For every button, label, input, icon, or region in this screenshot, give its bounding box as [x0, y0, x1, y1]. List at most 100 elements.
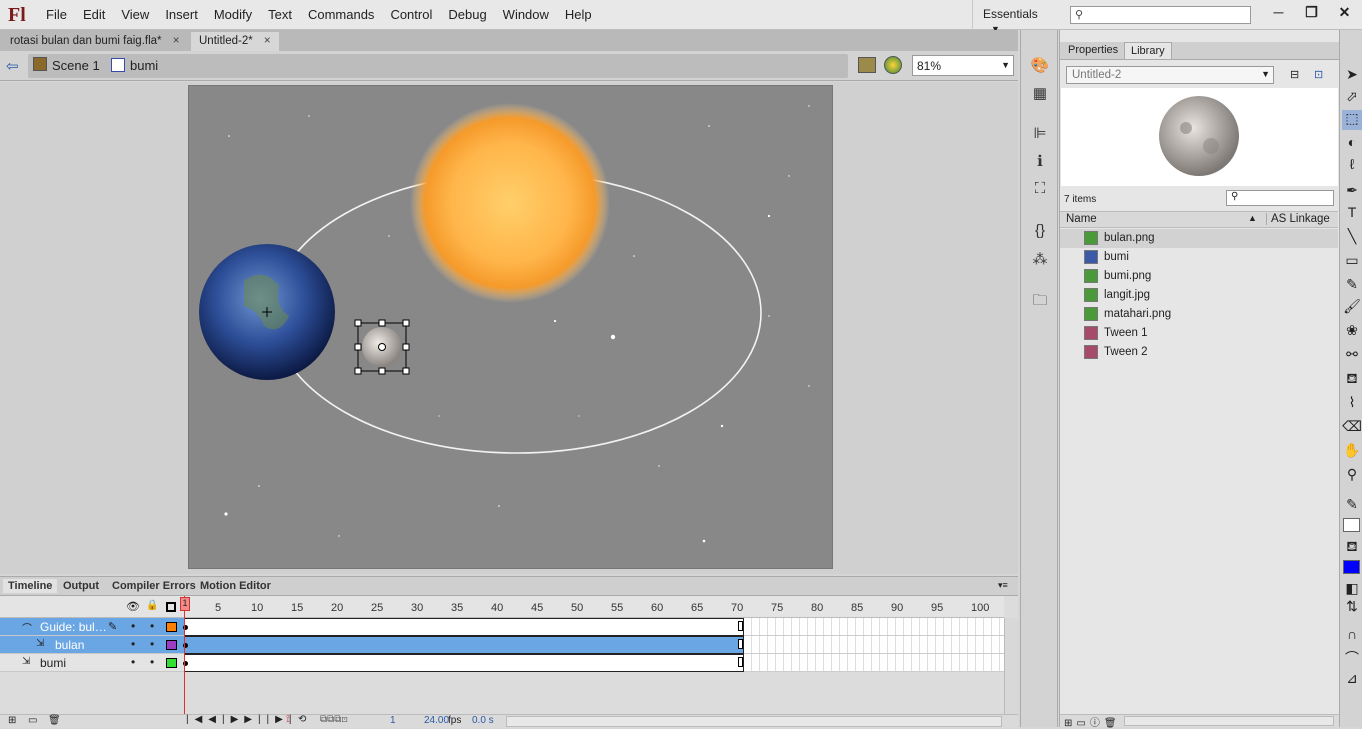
- align-icon[interactable]: ⊫: [1029, 124, 1051, 144]
- new-library-panel-icon[interactable]: ⊡: [1314, 68, 1323, 81]
- panel-menu-icon[interactable]: ▾≡: [998, 580, 1008, 591]
- layer-header[interactable]: ⌒ Guide: bul… ✎ • •: [0, 618, 184, 636]
- playhead-marker[interactable]: 1: [180, 597, 190, 611]
- line-tool-icon[interactable]: ╲: [1342, 228, 1362, 248]
- empty-frames[interactable]: [744, 618, 1004, 636]
- timeline-vscrollbar[interactable]: [1004, 618, 1018, 714]
- library-document-select[interactable]: Untitled-2 ▼: [1066, 66, 1274, 84]
- show-dot[interactable]: •: [131, 619, 135, 633]
- current-frame-value[interactable]: 1: [390, 715, 396, 726]
- pen-tool-icon[interactable]: ✒: [1342, 182, 1362, 202]
- brush-tool-icon[interactable]: 🖌: [1342, 298, 1362, 318]
- hand-tool-icon[interactable]: ✋: [1342, 442, 1362, 462]
- eraser-tool-icon[interactable]: ⌫: [1342, 418, 1362, 438]
- menu-window[interactable]: Window: [495, 7, 557, 22]
- menu-insert[interactable]: Insert: [157, 7, 206, 22]
- menu-edit[interactable]: Edit: [75, 7, 113, 22]
- stroke-color-icon[interactable]: ✎: [1342, 496, 1362, 516]
- swap-colors-icon[interactable]: ⇅: [1342, 598, 1362, 618]
- loop-icon[interactable]: ⟲: [298, 714, 306, 725]
- edit-scene-icon[interactable]: [858, 57, 876, 73]
- eyedropper-icon[interactable]: ⌇: [1342, 394, 1362, 414]
- end-frame-marker[interactable]: [738, 621, 743, 631]
- library-item[interactable]: langit.jpg: [1060, 286, 1338, 305]
- timeline-hscrollbar[interactable]: [506, 716, 1002, 727]
- snap-magnet-icon[interactable]: ∩: [1342, 626, 1362, 646]
- layer-outline-color[interactable]: [166, 658, 177, 668]
- column-as-linkage[interactable]: AS Linkage: [1266, 213, 1330, 225]
- sun-image[interactable]: [410, 103, 610, 303]
- frame-span[interactable]: [184, 618, 744, 636]
- help-search-input[interactable]: ⚲: [1070, 6, 1251, 24]
- column-name[interactable]: Name: [1066, 213, 1097, 225]
- straighten-icon[interactable]: ⊿: [1342, 670, 1362, 690]
- end-frame-marker[interactable]: [738, 639, 743, 649]
- library-item[interactable]: bumi: [1060, 248, 1338, 267]
- layer-header[interactable]: ⇲ bulan • •: [0, 636, 184, 654]
- breadcrumb-scene[interactable]: Scene 1: [52, 58, 100, 73]
- library-item[interactable]: Tween 1: [1060, 324, 1338, 343]
- 3d-rotation-tool-icon[interactable]: ◐: [1342, 134, 1362, 154]
- bone-tool-icon[interactable]: ⚯: [1342, 346, 1362, 366]
- smooth-icon[interactable]: ⌒: [1342, 648, 1362, 668]
- pin-icon[interactable]: ⊟: [1290, 68, 1299, 81]
- free-transform-tool-icon[interactable]: ⬚: [1342, 110, 1362, 130]
- zoom-select[interactable]: 81% ▼: [912, 55, 1014, 76]
- layer-name[interactable]: Guide: bul…: [40, 620, 107, 634]
- delete-icon[interactable]: 🗑: [48, 715, 61, 726]
- close-icon[interactable]: ×: [173, 35, 180, 47]
- doc-tab-untitled[interactable]: Untitled-2* ×: [191, 32, 279, 51]
- restore-button[interactable]: ❐: [1295, 0, 1328, 28]
- layer-header[interactable]: ⇲ bumi • •: [0, 654, 184, 672]
- fps-value[interactable]: 24.00: [424, 715, 449, 726]
- minimize-button[interactable]: ─: [1262, 0, 1295, 28]
- frame-span[interactable]: [184, 654, 744, 672]
- library-item[interactable]: bumi.png: [1060, 267, 1338, 286]
- end-frame-marker[interactable]: [738, 657, 743, 667]
- zoom-tool-icon[interactable]: ⚲: [1342, 466, 1362, 486]
- lock-dot[interactable]: •: [150, 637, 154, 651]
- tab-compiler-errors[interactable]: Compiler Errors: [107, 579, 201, 593]
- back-arrow-icon[interactable]: ⇦: [6, 57, 19, 75]
- playback-controls[interactable]: |◀◀|▶▶||▶|: [186, 714, 297, 725]
- time-value[interactable]: 0.0 s: [472, 715, 494, 726]
- menu-file[interactable]: File: [38, 7, 75, 22]
- new-layer-icon[interactable]: ⊞: [8, 715, 16, 726]
- stage[interactable]: [188, 85, 833, 569]
- close-window-button[interactable]: ✕: [1328, 0, 1361, 28]
- menu-modify[interactable]: Modify: [206, 7, 260, 22]
- code-snippets-icon[interactable]: {}: [1029, 222, 1051, 242]
- layer-row[interactable]: ⇲ bumi • •: [0, 654, 1004, 672]
- pencil-tool-icon[interactable]: ✎: [1342, 276, 1362, 296]
- library-item[interactable]: Tween 2: [1060, 343, 1338, 362]
- library-search-input[interactable]: ⚲: [1226, 190, 1334, 206]
- tab-motion-editor[interactable]: Motion Editor: [195, 579, 276, 593]
- empty-frames[interactable]: [744, 654, 1004, 672]
- layer-name[interactable]: bulan: [55, 638, 84, 652]
- fill-color-swatch[interactable]: [1343, 560, 1360, 574]
- rectangle-tool-icon[interactable]: ▭: [1342, 252, 1362, 272]
- layer-name[interactable]: bumi: [40, 656, 66, 670]
- menu-text[interactable]: Text: [260, 7, 300, 22]
- fill-color-icon[interactable]: ⛾: [1342, 538, 1362, 558]
- deco-tool-icon[interactable]: ❀: [1342, 322, 1362, 342]
- frame-ruler[interactable]: 1510152025303540455055606570758085909510…: [0, 596, 1004, 618]
- onion-skin-icon[interactable]: ⧉⧉⧉⊡: [320, 714, 348, 725]
- stroke-color-swatch[interactable]: [1343, 518, 1360, 532]
- transform-icon[interactable]: ⛶: [1029, 180, 1051, 200]
- sort-icon[interactable]: ▲: [1248, 213, 1257, 223]
- center-frame-icon[interactable]: ⟟: [286, 714, 290, 725]
- moon-instance[interactable]: [354, 319, 410, 375]
- layer-row[interactable]: ⌒ Guide: bul… ✎ • •: [0, 618, 1004, 636]
- layer-outline-color[interactable]: [166, 640, 177, 650]
- edit-symbols-icon[interactable]: [884, 56, 902, 74]
- color-palette-icon[interactable]: 🎨: [1029, 56, 1051, 76]
- new-folder-icon[interactable]: ▭: [28, 715, 37, 726]
- swatches-icon[interactable]: ▦: [1029, 84, 1051, 104]
- tab-library[interactable]: Library: [1124, 42, 1172, 59]
- empty-frames[interactable]: [744, 636, 1004, 654]
- layer-row[interactable]: ⇲ bulan • •: [0, 636, 1004, 654]
- library-item[interactable]: bulan.png: [1060, 229, 1338, 248]
- doc-tab-rotasi[interactable]: rotasi bulan dan bumi faig.fla* ×: [2, 32, 187, 51]
- subselection-tool-icon[interactable]: ⬀: [1342, 88, 1362, 108]
